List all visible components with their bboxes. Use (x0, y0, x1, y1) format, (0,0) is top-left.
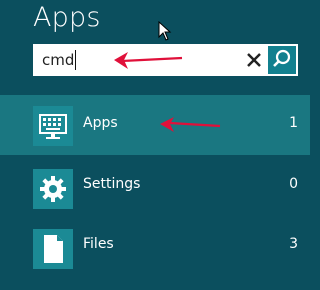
result-label: Files (83, 236, 114, 252)
search-button[interactable] (266, 44, 298, 76)
search-box: cmd (33, 44, 298, 76)
result-settings[interactable]: Settings 0 (0, 159, 310, 219)
clear-search-button[interactable] (244, 50, 264, 70)
gear-icon (40, 176, 66, 202)
result-files[interactable]: Files 3 (0, 220, 310, 280)
search-input[interactable]: cmd (42, 44, 74, 76)
page-title: Apps (33, 2, 101, 33)
result-count: 0 (289, 176, 298, 192)
search-icon (273, 49, 291, 67)
result-label: Apps (83, 115, 118, 131)
apps-tile (33, 106, 73, 146)
keyboard-monitor-icon (39, 114, 67, 139)
result-apps[interactable]: Apps 1 (0, 95, 310, 155)
settings-tile (33, 169, 73, 209)
file-icon (44, 235, 63, 263)
result-label: Settings (83, 176, 141, 192)
result-count: 1 (289, 115, 298, 131)
files-tile (33, 229, 73, 269)
close-icon (247, 53, 261, 67)
mouse-cursor-icon (158, 21, 172, 41)
result-count: 3 (289, 236, 298, 252)
text-caret (75, 50, 76, 70)
